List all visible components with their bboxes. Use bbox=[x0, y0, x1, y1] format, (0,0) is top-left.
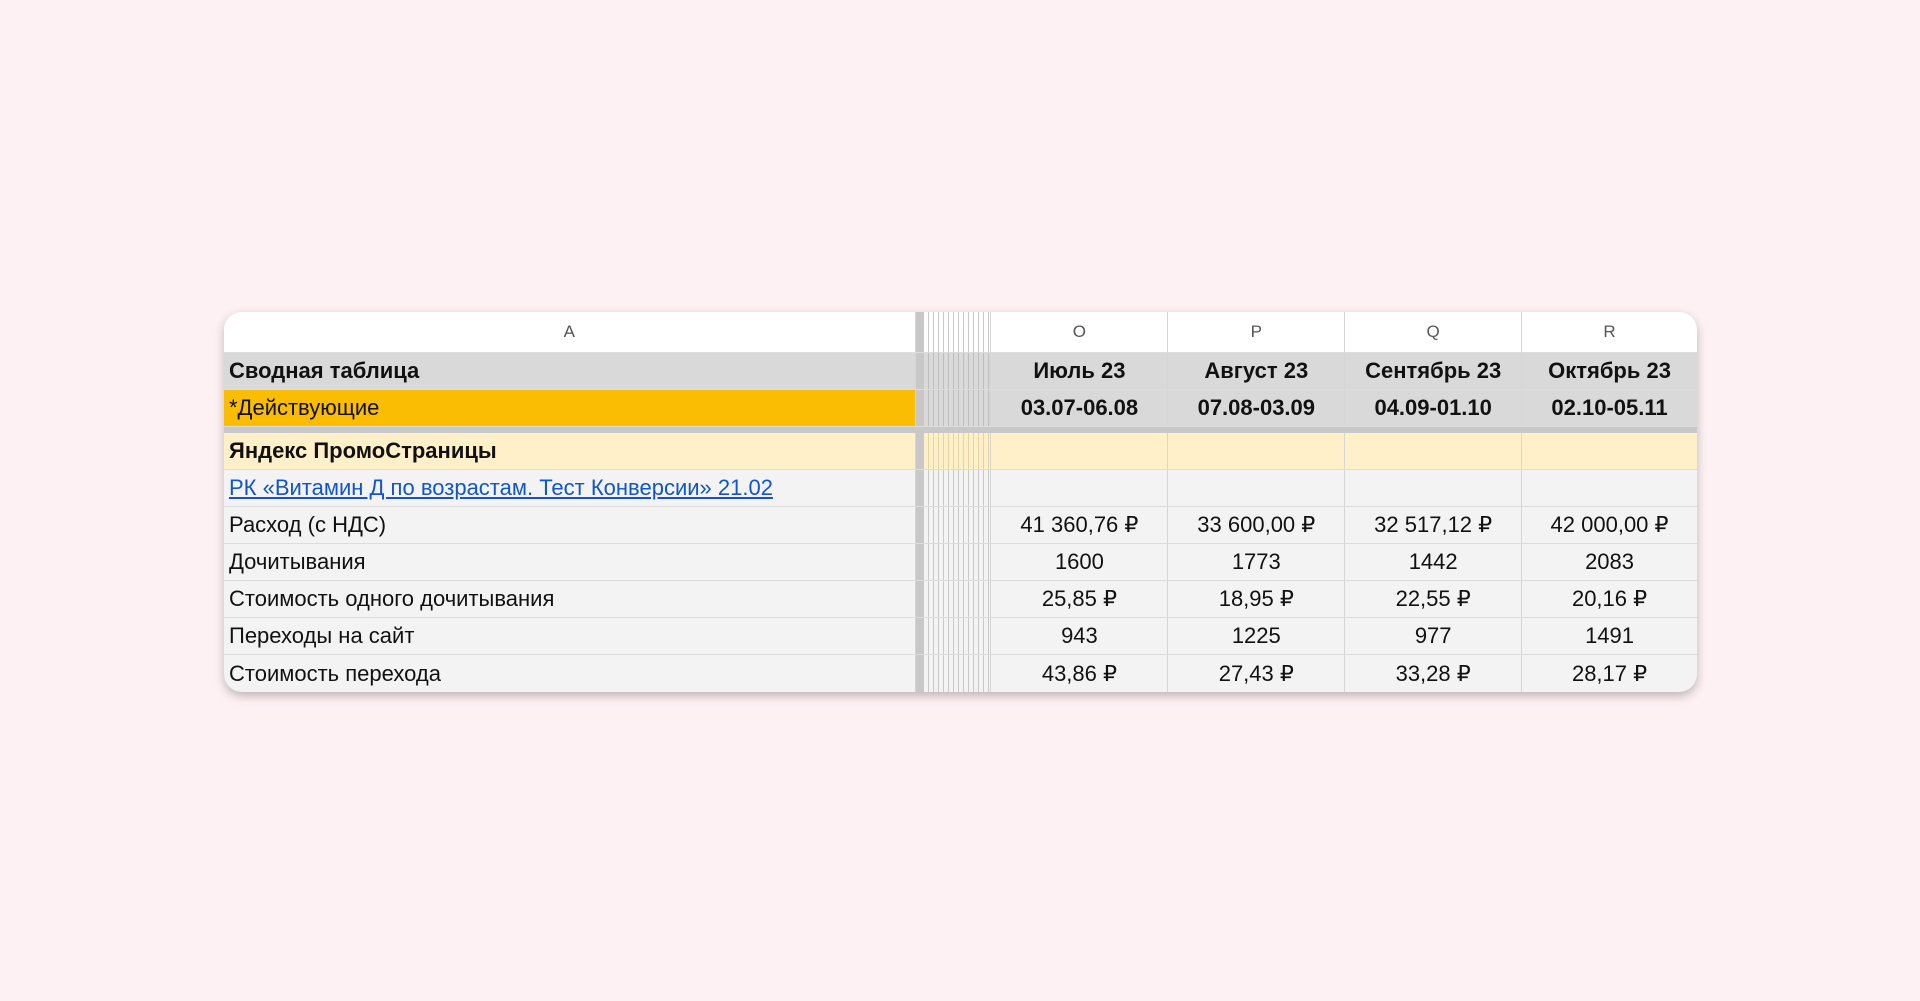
metric-value-cell[interactable]: 20,16 ₽ bbox=[1522, 581, 1697, 617]
month-cell[interactable]: Сентябрь 23 bbox=[1345, 353, 1523, 389]
metric-value-cell[interactable]: 977 bbox=[1345, 618, 1523, 654]
freeze-divider[interactable] bbox=[915, 312, 924, 352]
freeze-divider bbox=[915, 581, 924, 617]
hidden-columns bbox=[923, 507, 992, 543]
metric-label[interactable]: Стоимость перехода bbox=[224, 655, 916, 692]
empty-cell[interactable] bbox=[1168, 470, 1346, 506]
metric-value-cell[interactable]: 43,86 ₽ bbox=[991, 655, 1169, 692]
column-header-row: A O P Q R bbox=[224, 312, 1697, 353]
period-row: *Действующие 03.07-06.08 07.08-03.09 04.… bbox=[224, 390, 1697, 427]
column-header-o[interactable]: O bbox=[991, 312, 1169, 352]
metric-value-cell[interactable]: 1442 bbox=[1345, 544, 1523, 580]
freeze-divider bbox=[915, 433, 924, 469]
empty-cell[interactable] bbox=[991, 433, 1169, 469]
section-row: Яндекс ПромоСтраницы bbox=[224, 433, 1697, 470]
metric-value-cell[interactable]: 943 bbox=[991, 618, 1169, 654]
metric-value-cell[interactable]: 18,95 ₽ bbox=[1168, 581, 1346, 617]
column-header-q[interactable]: Q bbox=[1345, 312, 1523, 352]
column-header-r[interactable]: R bbox=[1522, 312, 1697, 352]
empty-cell[interactable] bbox=[1345, 470, 1523, 506]
metric-value-cell[interactable]: 27,43 ₽ bbox=[1168, 655, 1346, 692]
period-cell[interactable]: 07.08-03.09 bbox=[1168, 390, 1346, 426]
freeze-divider bbox=[915, 507, 924, 543]
metric-value-cell[interactable]: 32 517,12 ₽ bbox=[1345, 507, 1523, 543]
empty-cell[interactable] bbox=[991, 470, 1169, 506]
empty-cell[interactable] bbox=[1522, 470, 1697, 506]
period-cell[interactable]: 04.09-01.10 bbox=[1345, 390, 1523, 426]
period-cell[interactable]: 02.10-05.11 bbox=[1522, 390, 1697, 426]
month-cell[interactable]: Октябрь 23 bbox=[1522, 353, 1697, 389]
metric-row: Дочитывания 1600 1773 1442 2083 bbox=[224, 544, 1697, 581]
hidden-columns bbox=[923, 581, 992, 617]
column-header-p[interactable]: P bbox=[1168, 312, 1346, 352]
metric-value-cell[interactable]: 28,17 ₽ bbox=[1522, 655, 1697, 692]
freeze-divider bbox=[915, 544, 924, 580]
column-header-a[interactable]: A bbox=[224, 312, 916, 352]
month-cell[interactable]: Июль 23 bbox=[991, 353, 1169, 389]
metric-label[interactable]: Дочитывания bbox=[224, 544, 916, 580]
title-cell[interactable]: Сводная таблица bbox=[224, 353, 916, 389]
metric-value-cell[interactable]: 1773 bbox=[1168, 544, 1346, 580]
hidden-columns bbox=[923, 390, 992, 426]
metric-value-cell[interactable]: 1600 bbox=[991, 544, 1169, 580]
metric-value-cell[interactable]: 1225 bbox=[1168, 618, 1346, 654]
metric-row: Стоимость одного дочитывания 25,85 ₽18,95… bbox=[224, 581, 1697, 618]
freeze-divider bbox=[915, 470, 924, 506]
metric-value-cell[interactable]: 41 360,76 ₽ bbox=[991, 507, 1169, 543]
metric-value-cell[interactable]: 1491 bbox=[1522, 618, 1697, 654]
metric-value-cell[interactable]: 25,85 ₽ bbox=[991, 581, 1169, 617]
metric-label[interactable]: Расход (с НДС) bbox=[224, 507, 916, 543]
metric-row: Расход (с НДС) 41 360,76 ₽33 600,00 ₽32 5… bbox=[224, 507, 1697, 544]
campaign-cell[interactable]: РК «Витамин Д по возрастам. Тест Конверс… bbox=[224, 470, 916, 506]
empty-cell[interactable] bbox=[1345, 433, 1523, 469]
freeze-divider bbox=[915, 353, 924, 389]
month-cell[interactable]: Август 23 bbox=[1168, 353, 1346, 389]
empty-cell[interactable] bbox=[1522, 433, 1697, 469]
status-cell[interactable]: *Действующие bbox=[224, 390, 916, 426]
title-row: Сводная таблица Июль 23 Август 23 Сентяб… bbox=[224, 353, 1697, 390]
metric-value-cell[interactable]: 33 600,00 ₽ bbox=[1168, 507, 1346, 543]
metric-label[interactable]: Стоимость одного дочитывания bbox=[224, 581, 916, 617]
campaign-row: РК «Витамин Д по возрастам. Тест Конверс… bbox=[224, 470, 1697, 507]
metric-label[interactable]: Переходы на сайт bbox=[224, 618, 916, 654]
campaign-link[interactable]: РК «Витамин Д по возрастам. Тест Конверс… bbox=[229, 475, 773, 501]
freeze-divider bbox=[915, 390, 924, 426]
metric-value-cell[interactable]: 2083 bbox=[1522, 544, 1697, 580]
spreadsheet: A O P Q R Сводная таблица Июль 23 Август… bbox=[224, 312, 1697, 692]
hidden-columns bbox=[923, 618, 992, 654]
empty-cell[interactable] bbox=[1168, 433, 1346, 469]
hidden-columns bbox=[923, 655, 992, 692]
hidden-columns bbox=[923, 470, 992, 506]
hidden-columns bbox=[923, 353, 992, 389]
metric-row: Стоимость перехода 43,86 ₽27,43 ₽33,28 ₽2… bbox=[224, 655, 1697, 692]
freeze-divider bbox=[915, 655, 924, 692]
period-cell[interactable]: 03.07-06.08 bbox=[991, 390, 1169, 426]
section-cell[interactable]: Яндекс ПромоСтраницы bbox=[224, 433, 916, 469]
metric-value-cell[interactable]: 42 000,00 ₽ bbox=[1522, 507, 1697, 543]
metric-rows: Расход (с НДС) 41 360,76 ₽33 600,00 ₽32 5… bbox=[224, 507, 1697, 692]
freeze-divider bbox=[915, 618, 924, 654]
metric-value-cell[interactable]: 22,55 ₽ bbox=[1345, 581, 1523, 617]
metric-value-cell[interactable]: 33,28 ₽ bbox=[1345, 655, 1523, 692]
metric-row: Переходы на сайт 943 1225 977 1491 bbox=[224, 618, 1697, 655]
hidden-columns bbox=[923, 544, 992, 580]
hidden-columns bbox=[923, 433, 992, 469]
hidden-columns[interactable] bbox=[923, 312, 992, 352]
